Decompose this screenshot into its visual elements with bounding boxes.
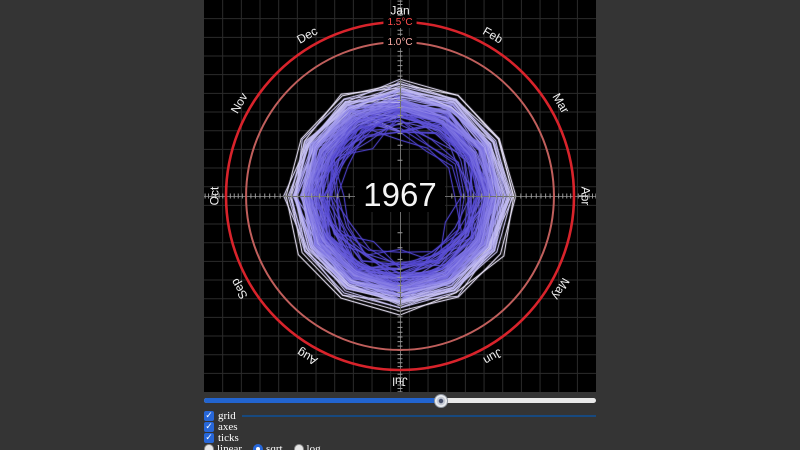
ticks-checkbox-row: ✓ ticks	[204, 433, 596, 443]
check-icon: ✓	[205, 423, 213, 432]
scale-radio-group: linear sqrt log	[204, 444, 596, 450]
log-radio[interactable]	[294, 444, 304, 450]
linear-radio[interactable]	[204, 444, 214, 450]
check-icon: ✓	[205, 412, 213, 421]
climate-spiral-canvas	[204, 0, 596, 392]
ticks-checkbox-label: ticks	[218, 433, 239, 443]
grid-checkbox-label: grid	[218, 411, 236, 421]
grid-checkbox-row: ✓ grid	[204, 411, 596, 421]
log-radio-label: log	[307, 444, 321, 450]
ticks-checkbox[interactable]: ✓	[204, 433, 214, 443]
chart-panel: ✓ grid ✓ axes ✓ ticks linear sqrt log	[204, 0, 596, 450]
app-background: ✓ grid ✓ axes ✓ ticks linear sqrt log	[0, 0, 800, 450]
axes-checkbox-label: axes	[218, 422, 238, 432]
year-slider-thumb[interactable]	[434, 394, 448, 408]
divider-line	[242, 415, 596, 417]
grid-checkbox[interactable]: ✓	[204, 411, 214, 421]
year-slider-fill	[204, 398, 441, 403]
linear-radio-label: linear	[217, 444, 242, 450]
sqrt-radio-label: sqrt	[266, 444, 283, 450]
sqrt-radio[interactable]	[253, 444, 263, 450]
scale-option-log: log	[294, 444, 321, 450]
axes-checkbox-row: ✓ axes	[204, 422, 596, 432]
check-icon: ✓	[205, 434, 213, 443]
axes-checkbox[interactable]: ✓	[204, 422, 214, 432]
scale-option-linear: linear	[204, 444, 242, 450]
year-slider[interactable]	[204, 395, 596, 405]
scale-option-sqrt: sqrt	[253, 444, 283, 450]
